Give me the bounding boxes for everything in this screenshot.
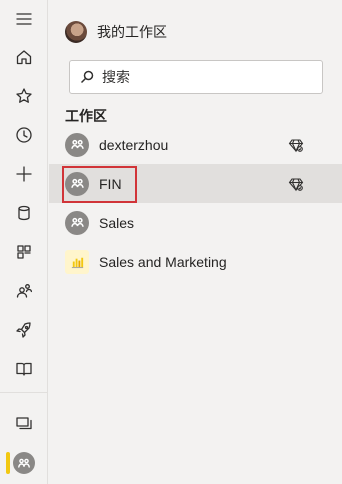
- nav-favorites[interactable]: [0, 77, 48, 115]
- nav-current-workspace[interactable]: [0, 444, 48, 482]
- workspace-list: dexterzhou FIN Sales Sales and Marketing: [49, 125, 342, 281]
- premium-diamond-icon: [288, 137, 304, 153]
- premium-diamond-icon: [288, 176, 304, 192]
- workspace-group-icon: [65, 171, 89, 196]
- search-box[interactable]: [69, 60, 323, 94]
- search-icon: [80, 70, 94, 84]
- nav-shared[interactable]: [0, 272, 48, 310]
- plus-icon: [16, 166, 32, 182]
- workspace-name: Sales and Marketing: [99, 253, 227, 270]
- my-workspace-link[interactable]: 我的工作区: [65, 20, 167, 44]
- workspaces-icon: [16, 417, 32, 430]
- apps-icon: [17, 245, 31, 259]
- learn-book-icon: [16, 362, 32, 376]
- workspaces-panel: 我的工作区 工作区 dexterzhou FIN: [49, 0, 342, 484]
- nav-apps[interactable]: [0, 233, 48, 271]
- hamburger-menu-icon: [16, 13, 32, 25]
- nav-learn[interactable]: [0, 350, 48, 388]
- bar-chart-app-icon: [65, 249, 89, 274]
- home-icon: [16, 50, 32, 65]
- workspace-name: dexterzhou: [99, 136, 169, 153]
- hamburger-menu-button[interactable]: [0, 0, 48, 38]
- nav-rail: [0, 0, 48, 484]
- nav-recent[interactable]: [0, 116, 48, 154]
- workspace-item-sales[interactable]: Sales: [49, 203, 342, 242]
- nav-create[interactable]: [0, 155, 48, 193]
- nav-workspaces[interactable]: [0, 404, 48, 442]
- nav-deployment[interactable]: [0, 311, 48, 349]
- workspace-item-sales-and-marketing[interactable]: Sales and Marketing: [49, 242, 342, 281]
- nav-home[interactable]: [0, 38, 48, 76]
- workspace-name: FIN: [99, 175, 122, 192]
- datahub-cylinder-icon: [18, 205, 30, 221]
- workspace-item-dexterzhou[interactable]: dexterzhou: [49, 125, 342, 164]
- star-icon: [16, 88, 32, 103]
- workspace-item-fin[interactable]: FIN: [49, 164, 342, 203]
- my-workspace-label: 我的工作区: [97, 24, 167, 40]
- avatar: [65, 21, 87, 43]
- section-title: 工作区: [65, 108, 107, 124]
- workspace-group-icon: [65, 210, 89, 235]
- workspace-group-icon: [65, 132, 89, 157]
- search-input[interactable]: [102, 69, 302, 85]
- rocket-icon: [16, 322, 31, 338]
- workspace-name: Sales: [99, 214, 135, 231]
- nav-datahub[interactable]: [0, 194, 48, 232]
- rail-divider: [0, 392, 48, 393]
- current-workspace-icon: [13, 452, 35, 474]
- clock-icon: [16, 127, 32, 143]
- shared-with-me-icon: [16, 284, 33, 298]
